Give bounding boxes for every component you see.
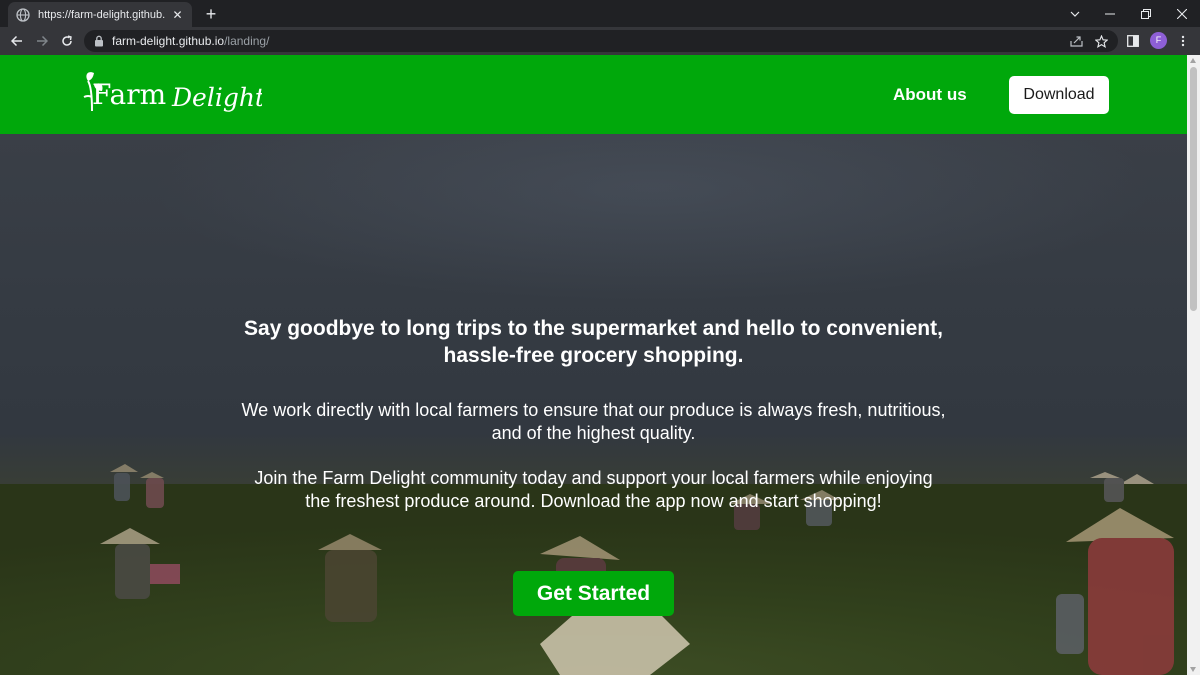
hero-paragraph-1: We work directly with local farmers to e… <box>241 400 946 443</box>
page-viewport: Say goodbye to long trips to the superma… <box>0 55 1187 675</box>
browser-toolbar: farm-delight.github.io/landing/ <box>0 27 1200 55</box>
back-icon[interactable] <box>6 31 28 51</box>
minimize-icon[interactable] <box>1092 0 1128 27</box>
tab-close-icon[interactable]: ✕ <box>171 8 184 22</box>
download-button[interactable]: Download <box>1009 76 1109 114</box>
tab-title: https://farm-delight.github.io/lan <box>38 8 165 21</box>
window-close-icon[interactable] <box>1164 0 1200 27</box>
side-panel-icon[interactable] <box>1122 30 1144 52</box>
browser-tab[interactable]: https://farm-delight.github.io/lan ✕ <box>8 2 192 27</box>
logo-text-delight: Delight <box>171 83 262 112</box>
globe-icon <box>16 7 30 22</box>
menu-kebab-icon[interactable] <box>1172 30 1194 52</box>
share-icon[interactable] <box>1065 30 1087 52</box>
url-path: /landing/ <box>224 34 270 48</box>
reload-icon[interactable] <box>56 31 78 51</box>
get-started-button[interactable]: Get Started <box>513 571 674 616</box>
forward-icon[interactable] <box>31 31 53 51</box>
url-host: farm-delight.github.io <box>112 34 225 48</box>
profile-avatar[interactable]: F <box>1150 32 1167 49</box>
scroll-down-icon[interactable] <box>1190 667 1196 672</box>
lock-icon[interactable] <box>94 35 104 47</box>
hero-paragraph-2: Join the Farm Delight community today an… <box>254 468 933 511</box>
farm-delight-logo[interactable]: Farm Delight <box>82 71 266 119</box>
new-tab-icon[interactable]: + <box>200 3 222 25</box>
logo-text-farm: Farm <box>92 78 166 111</box>
bookmark-star-icon[interactable] <box>1090 30 1112 52</box>
page-scrollbar[interactable] <box>1187 55 1200 675</box>
site-header: Farm Delight About us Download <box>0 55 1187 134</box>
url-text: farm-delight.github.io/landing/ <box>112 34 269 48</box>
tab-search-icon[interactable] <box>1057 0 1093 27</box>
hero-title: Say goodbye to long trips to the superma… <box>244 317 943 367</box>
hero-content: Say goodbye to long trips to the superma… <box>240 214 947 513</box>
browser-tab-strip: https://farm-delight.github.io/lan ✕ + <box>0 0 1200 27</box>
scroll-up-icon[interactable] <box>1190 58 1196 63</box>
address-bar[interactable]: farm-delight.github.io/landing/ <box>84 30 1118 52</box>
scrollbar-thumb[interactable] <box>1190 67 1197 311</box>
nav-about-us[interactable]: About us <box>893 83 967 107</box>
restore-icon[interactable] <box>1128 0 1164 27</box>
